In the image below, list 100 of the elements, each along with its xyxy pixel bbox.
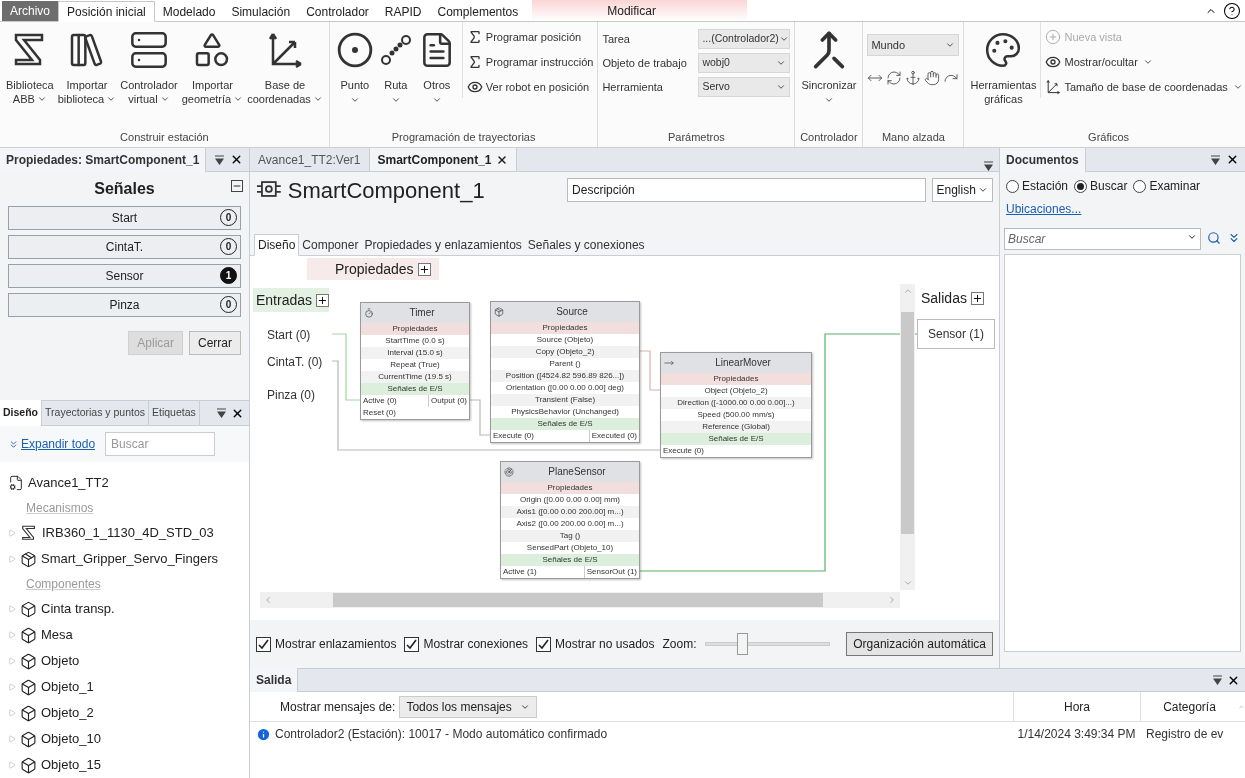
editor-tab[interactable]: Señales y conexiones: [524, 234, 648, 256]
parameter-dropdown[interactable]: ...(Controlador2): [698, 29, 791, 49]
close-icon[interactable]: [1226, 153, 1239, 166]
node-property: SensedPart (Objeto_10): [525, 542, 615, 554]
ribbon-action[interactable]: Programar instrucción: [466, 51, 594, 73]
radio-option[interactable]: Examinar: [1133, 177, 1201, 195]
ribbon-tab[interactable]: Modelado: [154, 1, 224, 22]
panel-menu-icon[interactable]: [1213, 675, 1222, 685]
editor-tab[interactable]: Propiedades y enlazamientos: [361, 234, 525, 256]
description-field[interactable]: Descripción: [567, 178, 926, 202]
editor-tab[interactable]: Diseño: [254, 234, 300, 256]
language-dropdown[interactable]: English: [931, 178, 993, 202]
ribbon-action[interactable]: Tamaño de base de coordenadas: [1045, 76, 1243, 98]
scrollbar-thumb[interactable]: [901, 312, 914, 534]
search-icon[interactable]: [1207, 231, 1221, 245]
parameter-dropdown[interactable]: wobj0: [698, 53, 791, 73]
locations-link[interactable]: Ubicaciones...: [1000, 200, 1088, 218]
point-button[interactable]: Punto: [333, 22, 376, 105]
ribbon-tab[interactable]: RAPID: [376, 1, 430, 22]
component-node[interactable]: LinearMover Propiedades Object (Objeto_2) Direction ([-1000.00 0.00 0.00]...) Speed (500.00 mm/s) Reference (Global) Señales de E/S Execute (0): [660, 352, 812, 458]
panel-button[interactable]: Cerrar: [189, 331, 241, 355]
tree-item[interactable]: Objeto_2: [0, 700, 249, 726]
panel-menu-icon[interactable]: [217, 408, 226, 418]
signal-row[interactable]: Pinza 0: [8, 293, 241, 317]
input-signal[interactable]: Pinza (0): [267, 386, 316, 404]
expand-all-link[interactable]: Expandir todo: [8, 435, 96, 453]
node-title: Timer: [408, 307, 436, 319]
component-node[interactable]: [490, 301, 640, 443]
tree-item[interactable]: Mesa: [0, 622, 249, 648]
collapse-icon[interactable]: [231, 180, 243, 192]
signal-row[interactable]: Sensor 1: [8, 264, 241, 288]
input-label: Active (1): [503, 566, 537, 578]
other-button[interactable]: Otros: [415, 22, 458, 105]
input-label: Active (0): [363, 395, 397, 407]
tree-item[interactable]: Avance1_TT2: [0, 470, 249, 496]
node-section: Señales de E/S: [661, 433, 811, 445]
sync-button[interactable]: Sincronizar: [799, 22, 859, 105]
signals-heading: Señales: [94, 179, 155, 199]
path-button[interactable]: Ruta: [375, 22, 416, 105]
panel-tab[interactable]: Diseño: [0, 400, 42, 426]
tree-item[interactable]: Objeto: [0, 648, 249, 674]
signal-row[interactable]: CintaT. 0: [8, 235, 241, 259]
library-button[interactable]: Biblioteca ABB: [4, 22, 56, 106]
tree-item[interactable]: Objeto_1: [0, 674, 249, 700]
input-signal[interactable]: Start (0): [267, 326, 311, 344]
input-signal[interactable]: CintaT. (0): [267, 353, 323, 371]
tree-item[interactable]: Smart_Gripper_Servo_Fingers: [0, 546, 249, 572]
component-node[interactable]: PlaneSensor Propiedades Origin ([0.00 0.00 0.00] mm) Axis1 ([0.00 0.00 200.00] m...) Axis2 ([0.00 200.00 0.00] m...) Tag () SensedPart (Objeto_10) Señales de E/S Active (1) SensorOut (1): [500, 461, 640, 579]
signal-row[interactable]: Start 0: [8, 206, 241, 230]
ribbon-action[interactable]: Programar posición: [466, 26, 594, 48]
editor-tab[interactable]: Componer: [299, 234, 362, 256]
parameter-label: Tarea: [602, 31, 631, 47]
horizontal-scrollbar[interactable]: [260, 592, 900, 608]
ribbon-tab[interactable]: Simulación: [223, 1, 299, 22]
ribbon-tab[interactable]: Posición inicial: [58, 1, 155, 22]
scrollbar-thumb[interactable]: [333, 593, 823, 607]
auto-layout-button[interactable]: Organización automática: [846, 632, 993, 656]
frame-dropdown[interactable]: Mundo: [867, 34, 960, 56]
column-header[interactable]: Categoría: [1140, 691, 1238, 722]
search-field[interactable]: Buscar: [1004, 228, 1201, 250]
panel-menu-icon[interactable]: [1211, 154, 1220, 165]
add-icon[interactable]: [417, 262, 431, 276]
panel-menu-icon[interactable]: [984, 161, 993, 171]
filter-dropdown[interactable]: Todos los mensajes: [399, 695, 537, 718]
expand-icon[interactable]: [1227, 231, 1241, 245]
add-icon[interactable]: [316, 293, 329, 307]
graphics-tools-button[interactable]: Herramientas gráficas: [968, 22, 1039, 106]
controller-button[interactable]: Controlador virtual: [118, 22, 180, 106]
ribbon-action[interactable]: Mostrar/ocultar: [1045, 51, 1243, 73]
ribbon-tab[interactable]: Controlador: [298, 1, 377, 22]
ribbon-action[interactable]: Ver robot en posición: [466, 76, 594, 98]
node-section: Señales de E/S: [501, 554, 639, 566]
document-tab[interactable]: Avance1_TT2:Ver1: [250, 148, 370, 171]
radio-option[interactable]: Buscar: [1074, 177, 1128, 195]
radio-option[interactable]: Estación: [1006, 177, 1069, 195]
tree-item[interactable]: Objeto_10: [0, 726, 249, 752]
add-icon[interactable]: [970, 291, 984, 305]
component-node[interactable]: Timer Propiedades StartTime (0.0 s) Interval (15.0 s) Repeat (True) CurrentTime (19.5 s) Señales de E/S Active (0) Output (0) Reset (0): [360, 302, 470, 420]
tree-item[interactable]: IRB360_1_1130_4D_STD_03: [0, 520, 249, 546]
zoom-slider[interactable]: [704, 631, 831, 657]
panel-menu-icon[interactable]: [215, 154, 224, 165]
tree-item[interactable]: Objeto_15: [0, 752, 249, 778]
node-section: Propiedades: [661, 373, 811, 385]
frame-button[interactable]: Base de coordenadas: [245, 22, 325, 106]
column-header[interactable]: Hora: [1013, 691, 1140, 722]
document-tab[interactable]: SmartComponent_1: [369, 148, 517, 171]
search-field[interactable]: Buscar: [105, 432, 216, 456]
message-row[interactable]: Controlador2 (Estación): 10017 - Modo automático confirmado 1/14/2024 3:49:34 PM Registro de ev: [250, 722, 1245, 746]
option-checkbox[interactable]: Mostrar enlazamientos: [256, 635, 397, 653]
tree-item[interactable]: Cinta transp.: [0, 596, 249, 622]
import-library-button[interactable]: Importar biblioteca: [55, 22, 119, 106]
ribbon-tab[interactable]: Complementos: [429, 1, 527, 22]
output-signal[interactable]: Sensor (1): [917, 319, 995, 349]
option-checkbox[interactable]: Mostrar conexiones: [404, 635, 529, 653]
vertical-scrollbar[interactable]: [900, 284, 915, 590]
parameter-dropdown[interactable]: Servo: [698, 77, 791, 97]
import-geometry-button[interactable]: Importar geometría: [179, 22, 246, 106]
option-checkbox[interactable]: Mostrar no usados: [536, 635, 655, 653]
close-icon[interactable]: [230, 153, 243, 166]
file-tab[interactable]: Archivo: [2, 1, 58, 21]
